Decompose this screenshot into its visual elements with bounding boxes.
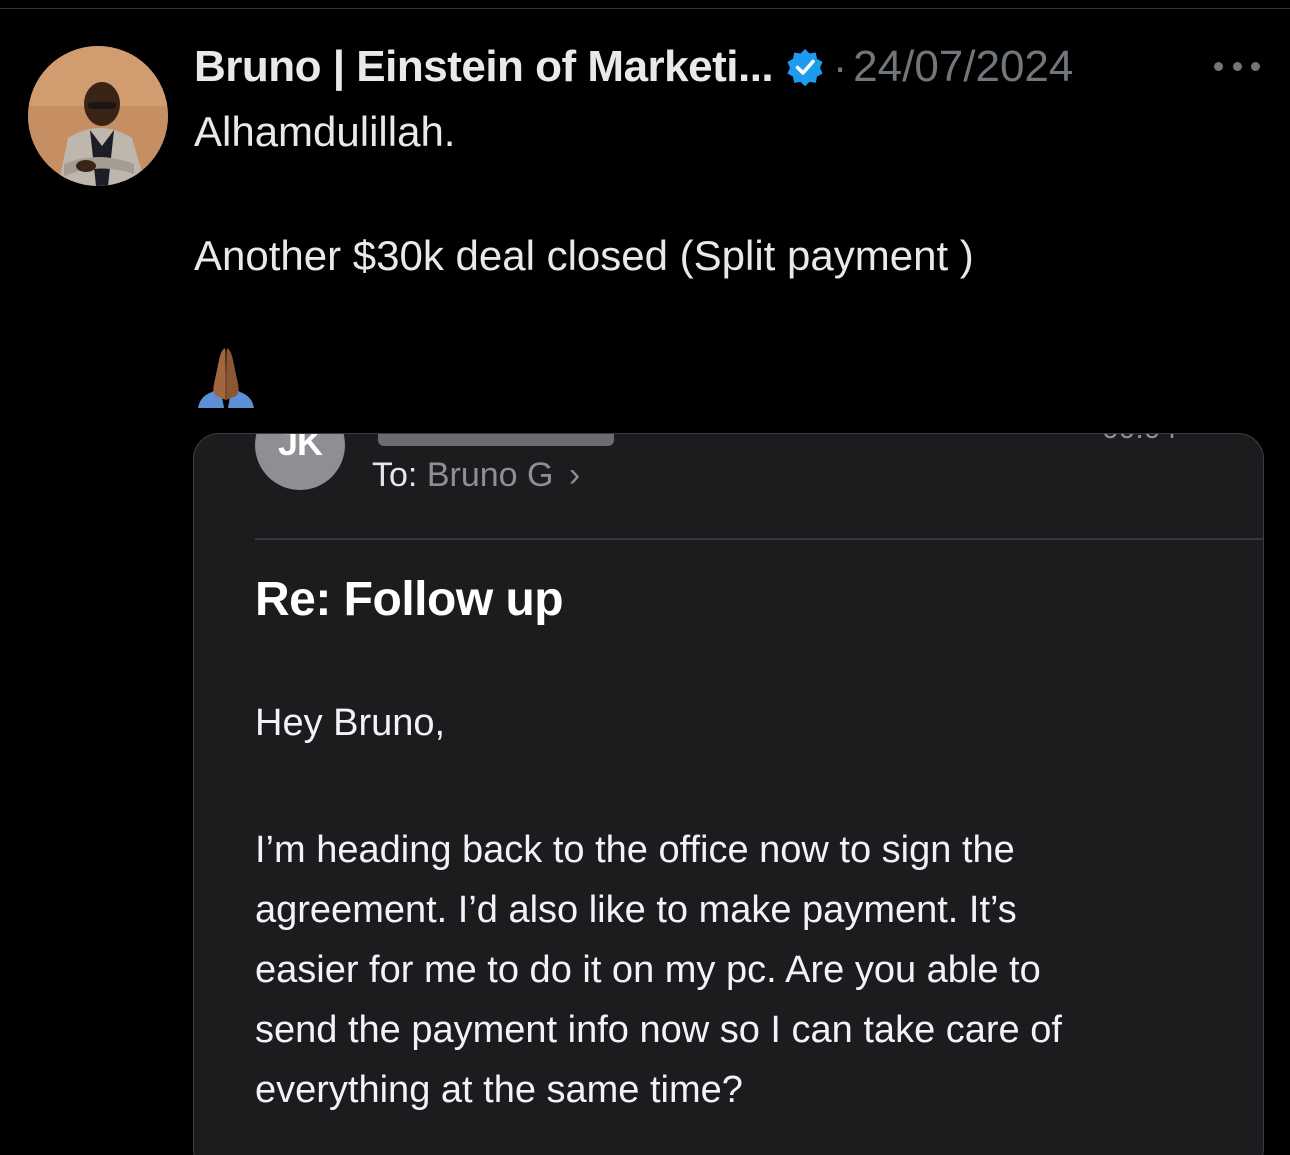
- sender-initials: JK: [277, 433, 323, 463]
- tweet-text-line: Alhamdulillah.: [194, 108, 456, 155]
- email-screenshot-card[interactable]: JK 00:04 To: Bruno G › Re: Follow up Hey…: [193, 433, 1264, 1155]
- separator-dot: ·: [833, 43, 848, 90]
- more-options-icon[interactable]: [1214, 56, 1260, 76]
- email-body: I’m heading back to the office now to si…: [255, 820, 1215, 1120]
- to-label: To:: [372, 456, 418, 494]
- email-body-line: easier for me to do it on my pc. Are you…: [255, 949, 1041, 991]
- sender-avatar: JK: [255, 433, 345, 490]
- email-body-line: agreement. I’d also like to make payment…: [255, 889, 1017, 931]
- post-date[interactable]: 24/07/2024: [853, 42, 1073, 92]
- chevron-right-icon: ›: [568, 456, 581, 494]
- tweet-page: Bruno | Einstein of Marketi... · 24/07/2…: [0, 0, 1290, 1155]
- author-name[interactable]: Bruno | Einstein of Marketi...: [194, 42, 774, 92]
- email-subject: Re: Follow up: [255, 573, 564, 626]
- redacted-sender-name: [378, 434, 614, 446]
- email-greeting: Hey Bruno,: [255, 702, 446, 744]
- recipient-name: Bruno G: [426, 456, 554, 494]
- folded-hands-emoji-icon: [198, 348, 254, 408]
- email-body-line: send the payment info now so I can take …: [255, 1009, 1062, 1051]
- email-body-line: everything at the same time?: [255, 1069, 743, 1111]
- verified-badge-icon: [787, 49, 823, 87]
- recipient-row: To: Bruno G ›: [372, 456, 580, 495]
- tweet-text-line: Another $30k deal closed (Split payment …: [194, 232, 974, 279]
- email-body-line: I’m heading back to the office now to si…: [255, 829, 1015, 871]
- tweet-header: Bruno | Einstein of Marketi... · 24/07/2…: [194, 42, 1073, 92]
- top-divider: [0, 8, 1290, 9]
- author-avatar[interactable]: [28, 46, 168, 186]
- email-time: 00:04: [1102, 434, 1177, 446]
- email-divider: [255, 538, 1263, 540]
